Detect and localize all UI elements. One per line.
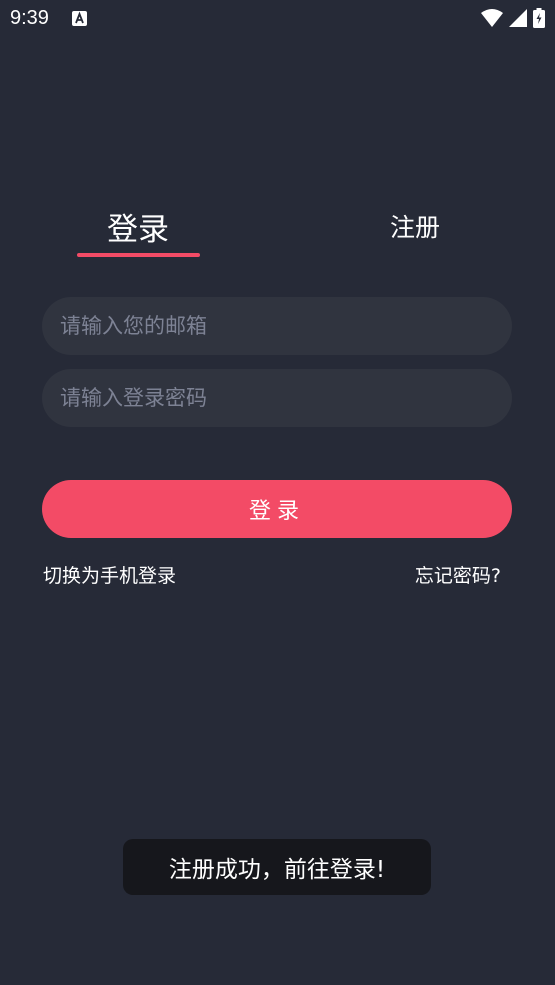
status-bar: 9:39 — [0, 0, 555, 38]
email-field-container — [42, 297, 512, 355]
status-time: 9:39 — [10, 7, 49, 29]
login-screen: 9:39 登录 注册 请输入您的邮箱 登录 切换为手机登录 忘记密码? 注册成功… — [0, 0, 555, 985]
tab-register[interactable]: 注册 — [335, 196, 495, 256]
login-button[interactable]: 登录 — [42, 480, 512, 538]
tab-login[interactable]: 登录 — [58, 196, 218, 256]
password-field-container — [42, 369, 512, 427]
wifi-icon — [481, 9, 503, 31]
active-tab-indicator — [77, 253, 200, 257]
password-input[interactable] — [42, 369, 512, 427]
cellular-signal-icon — [509, 9, 527, 31]
text-a-icon — [72, 11, 87, 26]
switch-to-phone-login-link[interactable]: 切换为手机登录 — [43, 561, 176, 588]
forgot-password-link[interactable]: 忘记密码? — [415, 561, 501, 588]
email-input[interactable] — [42, 297, 512, 355]
battery-charging-icon — [533, 8, 545, 32]
auth-tabs: 登录 注册 — [0, 196, 555, 266]
status-icons — [481, 8, 545, 32]
toast-message: 注册成功，前往登录! — [123, 839, 431, 895]
